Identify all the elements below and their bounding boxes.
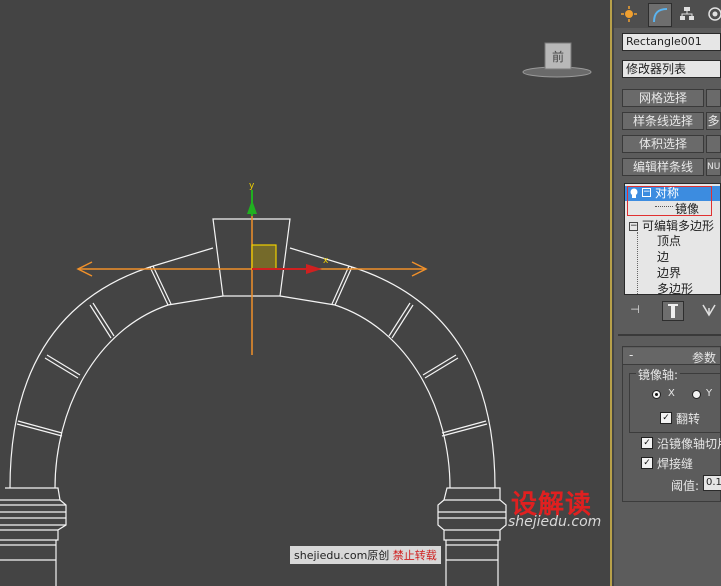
mesh-select-button[interactable]: 网格选择 — [622, 89, 704, 107]
rollout-header[interactable]: - 参数 — [623, 348, 720, 365]
right-partial-button[interactable]: 多 — [706, 112, 721, 130]
flip-checkbox[interactable]: ✓ — [660, 412, 672, 424]
credit-original: 原创 — [367, 549, 390, 562]
collapse-icon[interactable]: − — [629, 222, 638, 231]
parameters-rollout: - 参数 镜像轴: X Y ✓ 翻转 ✓ 沿镜像轴切片 ✓ 焊接缝 阈值: 0.… — [622, 346, 721, 502]
credit-site: shejiedu.com — [294, 549, 368, 562]
hierarchy-icon[interactable] — [676, 3, 698, 25]
command-panel-tabs — [614, 0, 721, 28]
tree-line — [637, 232, 638, 294]
axis-y-label: Y — [706, 388, 713, 399]
viewport-front[interactable]: y x 前 设解读 shejiedu.com shejiedu.com原创 禁止… — [0, 0, 612, 586]
axis-y-radio[interactable] — [692, 390, 701, 399]
highlight-box — [627, 186, 712, 216]
stack-item-edge[interactable]: 边 — [657, 250, 669, 265]
mirror-axis-label: 镜像轴: — [636, 366, 681, 383]
create-icon[interactable] — [618, 3, 640, 25]
rollout-collapse-icon[interactable]: - — [629, 348, 633, 362]
stack-item-editable-poly[interactable]: − 可编辑多边形 — [629, 219, 714, 234]
weld-seam-checkbox[interactable]: ✓ — [641, 457, 653, 469]
credit-warning: 禁止转载 — [392, 549, 437, 562]
edit-spline-button[interactable]: 编辑样条线 — [622, 158, 704, 176]
make-unique-icon[interactable] — [700, 302, 718, 318]
axis-x-radio[interactable] — [652, 390, 661, 399]
stack-toolbar: ⊣ — [618, 300, 721, 322]
viewcube-face-label: 前 — [552, 49, 564, 64]
slice-along-mirror-checkbox[interactable]: ✓ — [641, 437, 653, 449]
nurbs-button[interactable]: NUR — [706, 158, 721, 176]
weld-seam-label: 焊接缝 — [657, 457, 694, 471]
flip-label: 翻转 — [676, 412, 701, 426]
motion-icon[interactable] — [704, 3, 721, 25]
arch-inner-left — [54, 295, 224, 489]
stack-item-vertex[interactable]: 顶点 — [657, 234, 681, 249]
command-panel: Rectangle001 修改器列表 网格选择 样条线选择 多 体积选择 编辑样… — [614, 0, 721, 586]
threshold-label: 阈值: — [671, 479, 700, 493]
gizmo-y-label: y — [249, 181, 255, 191]
mirror-gizmo[interactable]: y x — [76, 181, 428, 355]
modifier-list-dropdown[interactable]: 修改器列表 — [622, 60, 721, 78]
watermark-credit: shejiedu.com原创 禁止转载 — [290, 546, 441, 564]
capital-left — [0, 487, 67, 541]
volume-select-button[interactable]: 体积选择 — [622, 135, 704, 153]
pin-stack-icon[interactable]: ⊣ — [626, 303, 644, 319]
object-name-field[interactable]: Rectangle001 — [622, 33, 721, 51]
stack-item-border[interactable]: 边界 — [657, 266, 681, 281]
mirror-axis-group: 镜像轴: X Y ✓ 翻转 — [629, 366, 721, 433]
volume-select-side-button[interactable] — [706, 135, 721, 153]
arch-inner-right — [279, 295, 451, 489]
viewcube[interactable]: 前 — [522, 40, 592, 78]
show-end-result-icon[interactable] — [662, 301, 684, 321]
capital-right — [437, 487, 507, 541]
slice-along-mirror-label: 沿镜像轴切片 — [657, 437, 721, 451]
divider — [618, 334, 721, 336]
mesh-select-side-button[interactable] — [706, 89, 721, 107]
arch-outer-right — [351, 266, 496, 489]
stack-item-polygon[interactable]: 多边形 — [657, 282, 693, 294]
spline-select-button[interactable]: 样条线选择 — [622, 112, 704, 130]
threshold-input[interactable]: 0.1 — [703, 475, 721, 491]
gizmo-x-label: x — [323, 256, 329, 266]
rollout-title: 参数 — [692, 351, 717, 365]
modify-icon[interactable] — [648, 3, 672, 27]
arch-outer-left — [9, 266, 151, 489]
stack-label-editable-poly: 可编辑多边形 — [642, 219, 715, 233]
modifier-stack[interactable]: − 对称 镜像 − 可编辑多边形 顶点 边 边界 多边形 — [624, 183, 721, 295]
watermark-site: shejiedu.com — [508, 514, 602, 530]
axis-x-label: X — [668, 388, 675, 399]
